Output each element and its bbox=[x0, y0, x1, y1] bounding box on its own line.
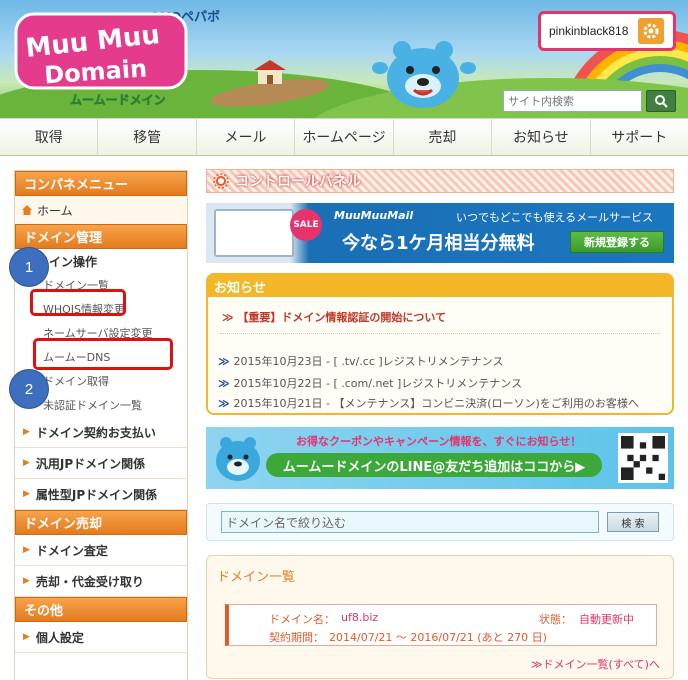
sidebar-section-domain-sale: ドメイン売却 bbox=[15, 510, 187, 535]
nav-item-support[interactable]: サポート bbox=[591, 119, 688, 155]
status-label: 状態： bbox=[539, 613, 572, 626]
nav-item-homepage[interactable]: ホームページ bbox=[295, 119, 394, 155]
news-item[interactable]: ≫ 2015年10月22日 ‐ [ .com/.net ]レジストリメンテナンス bbox=[218, 375, 522, 391]
nav-item-acquire[interactable]: 取得 bbox=[0, 119, 99, 155]
news-item[interactable]: ≫ 2015年10月21日 ‐ 【メンテナンス】コンビニ決済(ローソン)をご利用の… bbox=[218, 395, 639, 411]
svg-text:ムームードメイン: ムームードメイン bbox=[70, 93, 166, 107]
domain-filter-input[interactable]: ドメイン名で絞り込む bbox=[221, 511, 599, 533]
filter-search-button[interactable]: 検 索 bbox=[607, 512, 659, 532]
control-panel-sidebar: コンパネメニュー ホーム ドメイン管理 ドメイン操作 ドメイン一覧 WHOIS情… bbox=[14, 170, 188, 680]
news-panel: お知らせ ≫ 【重要】ドメイン情報認証の開始について ≫ 2015年10月23日 … bbox=[206, 273, 674, 415]
news-item-text: 2015年10月21日 ‐ 【メンテナンス】コンビニ決済(ローソン)をご利用のお… bbox=[233, 397, 639, 410]
line-banner-main-text: ムームードメインのLINE@友だち追加はココから▶ bbox=[266, 453, 602, 477]
triangle-right-icon: ▶ bbox=[23, 632, 30, 642]
sun-icon bbox=[213, 173, 229, 189]
triangle-right-icon: ▶ bbox=[23, 458, 30, 468]
news-item-text: 2015年10月23日 ‐ [ .tv/.cc ]レジストリメンテナンス bbox=[233, 355, 504, 368]
sidebar-item-label: 属性型JPドメイン関係 bbox=[35, 487, 158, 502]
highlight-box-domain-list bbox=[30, 289, 126, 316]
house-illustration bbox=[254, 60, 286, 84]
highlight-box-nameserver bbox=[33, 338, 173, 370]
double-arrow-icon: ≫ bbox=[218, 355, 230, 368]
qr-code-image bbox=[618, 433, 668, 483]
step-marker-1: 1 bbox=[10, 248, 48, 286]
nav-item-mail[interactable]: メール bbox=[197, 119, 296, 155]
sidebar-item-label: 汎用JPドメイン関係 bbox=[35, 456, 146, 471]
muumuu-domain-logo[interactable]: Muu Muu Domain ムームードメイン bbox=[14, 10, 204, 108]
sale-tagline: いつでもどこでも使えるメールサービス bbox=[456, 211, 654, 224]
line-friend-banner[interactable]: お得なクーポンやキャンペーン情報を、すぐにお知らせ！ ムームードメインのLINE… bbox=[206, 427, 674, 489]
global-nav: 取得 移管 メール ホームページ 売却 お知らせ サポート bbox=[0, 118, 688, 156]
username-label: pinkinblack818 bbox=[549, 24, 629, 38]
muumuu-mail-sale-banner[interactable]: SALE MuuMuuMail いつでもどこでも使えるメールサービス 今なら1ケ… bbox=[206, 203, 674, 263]
mail-screenshot-image bbox=[214, 209, 294, 257]
domain-name-value[interactable]: uf8.biz bbox=[341, 611, 378, 624]
divider bbox=[220, 333, 660, 334]
domain-list-panel: ドメイン一覧 ドメイン名： uf8.biz 状態： 自動更新中 契約期間： 20… bbox=[206, 555, 674, 679]
domain-filter-box: ドメイン名で絞り込む 検 索 bbox=[206, 503, 674, 541]
sidebar-menu-title: コンパネメニュー bbox=[15, 171, 187, 196]
period-label: 契約期間： bbox=[269, 631, 324, 644]
double-arrow-icon: ≫ bbox=[218, 377, 230, 390]
news-important-link[interactable]: ≫ 【重要】ドメイン情報認証の開始について bbox=[222, 309, 446, 325]
site-search-input[interactable] bbox=[503, 90, 642, 112]
sidebar-item-sale-payout[interactable]: ▶ 売却・代金受け取り bbox=[15, 566, 187, 597]
bear-mascot bbox=[372, 41, 476, 108]
control-panel-title-text: コントロールパネル bbox=[235, 174, 361, 190]
sidebar-item-home[interactable]: ホーム bbox=[15, 196, 187, 224]
nav-item-sell[interactable]: 売却 bbox=[394, 119, 493, 155]
register-button[interactable]: 新規登録する bbox=[570, 231, 664, 253]
sidebar-item-label: 個人設定 bbox=[35, 630, 84, 645]
sidebar-item-label: ドメイン契約お支払い bbox=[35, 425, 156, 440]
triangle-right-icon: ▶ bbox=[23, 545, 30, 555]
muumuu-mail-brand: MuuMuuMail bbox=[334, 209, 414, 222]
control-panel-title: コントロールパネル bbox=[206, 169, 674, 193]
sidebar-section-domain-management: ドメイン管理 bbox=[15, 224, 187, 249]
triangle-right-icon: ▶ bbox=[23, 427, 30, 437]
news-important-text: 【重要】ドメイン情報認証の開始について bbox=[237, 311, 447, 324]
double-arrow-icon: ≫ bbox=[222, 311, 234, 324]
search-button[interactable] bbox=[646, 90, 676, 112]
news-item-text: 2015年10月22日 ‐ [ .com/.net ]レジストリメンテナンス bbox=[233, 377, 523, 390]
sale-headline: 今なら1ケ月相当分無料 bbox=[342, 233, 535, 254]
triangle-right-icon: ▶ bbox=[23, 576, 30, 586]
step-marker-2: 2 bbox=[10, 370, 48, 408]
domain-name-label: ドメイン名： bbox=[269, 613, 335, 626]
site-search bbox=[503, 90, 678, 112]
home-icon bbox=[22, 205, 32, 215]
sidebar-item-personal-settings[interactable]: ▶ 個人設定 bbox=[15, 622, 187, 653]
sidebar-item-label: ドメイン査定 bbox=[35, 543, 108, 558]
news-item[interactable]: ≫ 2015年10月23日 ‐ [ .tv/.cc ]レジストリメンテナンス bbox=[218, 353, 503, 369]
sidebar-item-label: 売却・代金受け取り bbox=[35, 574, 144, 589]
nav-item-news[interactable]: お知らせ bbox=[492, 119, 591, 155]
domain-list-title: ドメイン一覧 bbox=[217, 570, 296, 585]
domain-card[interactable]: ドメイン名： uf8.biz 状態： 自動更新中 契約期間： 2014/07/2… bbox=[225, 604, 657, 646]
sidebar-section-other: その他 bbox=[15, 597, 187, 622]
sidebar-item-attribute-jp[interactable]: ▶ 属性型JPドメイン関係 bbox=[15, 479, 187, 510]
sidebar-item-generic-jp[interactable]: ▶ 汎用JPドメイン関係 bbox=[15, 448, 187, 479]
bear-mascot bbox=[216, 437, 260, 481]
search-icon bbox=[655, 95, 668, 108]
domain-list-all-link[interactable]: ≫ドメイン一覧(すべて)へ bbox=[531, 656, 660, 672]
line-banner-top-text: お得なクーポンやキャンペーン情報を、すぐにお知らせ！ bbox=[296, 435, 582, 448]
triangle-right-icon: ▶ bbox=[23, 489, 30, 499]
user-account-box[interactable]: pinkinblack818 bbox=[538, 11, 676, 51]
sidebar-item-domain-appraisal[interactable]: ▶ ドメイン査定 bbox=[15, 535, 187, 566]
sale-badge: SALE bbox=[290, 209, 322, 241]
sidebar-item-payment[interactable]: ▶ ドメイン契約お支払い bbox=[15, 417, 187, 448]
period-value: 2014/07/21 ～ 2016/07/21 (あと 270 日) bbox=[329, 631, 547, 644]
nav-item-transfer[interactable]: 移管 bbox=[98, 119, 197, 155]
site-header: GMOペパボ Muu Muu Domain ムームードメイン pinkinbla… bbox=[0, 0, 688, 118]
news-title: お知らせ bbox=[208, 275, 672, 297]
sidebar-home-label: ホーム bbox=[37, 203, 73, 218]
gear-icon[interactable] bbox=[638, 18, 665, 44]
status-value: 自動更新中 bbox=[579, 613, 634, 626]
double-arrow-icon: ≫ bbox=[218, 397, 230, 410]
